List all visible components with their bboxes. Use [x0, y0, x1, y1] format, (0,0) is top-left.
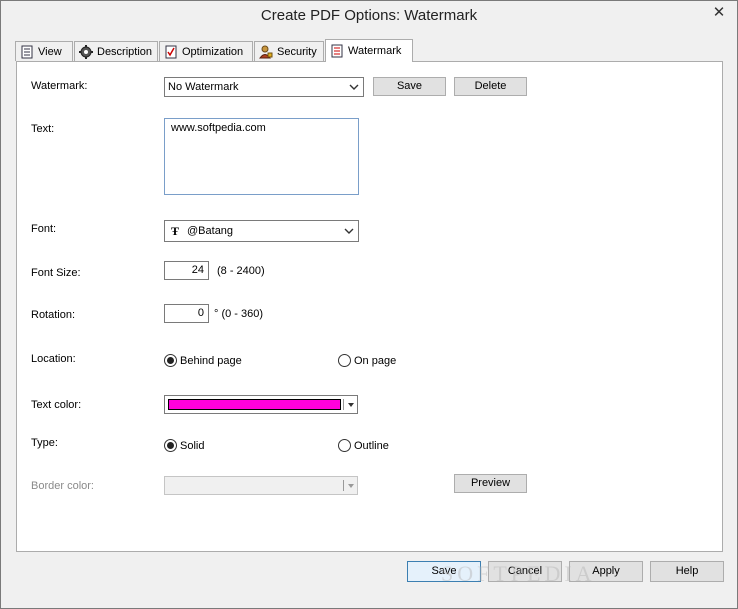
gear-icon: [79, 44, 93, 59]
tab-description[interactable]: Description: [74, 41, 158, 61]
location-on-label: On page: [354, 354, 397, 367]
close-icon[interactable]: ✕: [709, 3, 729, 23]
save-button[interactable]: Save: [407, 561, 481, 582]
type-outline-radio[interactable]: Outline: [338, 439, 389, 452]
rotation-label: Rotation:: [31, 309, 76, 321]
picker-separator: [343, 399, 344, 410]
location-behind-label: Behind page: [180, 354, 242, 367]
checklist-icon: [164, 45, 178, 59]
tab-description-label: Description: [97, 45, 153, 58]
text-color-picker[interactable]: [164, 395, 358, 414]
radio-checked-icon: [164, 439, 177, 452]
type-label: Type:: [31, 437, 58, 449]
font-size-label: Font Size:: [31, 267, 81, 279]
radio-checked-icon: [164, 354, 177, 367]
tab-optimization[interactable]: Optimization: [159, 41, 253, 61]
location-behind-radio[interactable]: Behind page: [164, 354, 242, 367]
dropdown-arrow-icon: [348, 403, 354, 407]
rotation-range: ° (0 - 360): [214, 308, 264, 320]
border-color-label: Border color:: [31, 480, 94, 492]
user-lock-icon: [259, 45, 273, 59]
chevron-down-icon: [349, 84, 359, 90]
location-label: Location:: [31, 353, 76, 365]
font-size-input[interactable]: 24: [164, 261, 209, 280]
tab-security[interactable]: Security: [254, 41, 324, 61]
title-bar: Create PDF Options: Watermark ✕: [1, 1, 737, 33]
tab-security-label: Security: [277, 45, 317, 58]
delete-watermark-button[interactable]: Delete: [454, 77, 527, 96]
border-color-picker[interactable]: [164, 476, 358, 495]
help-button[interactable]: Help: [650, 561, 724, 582]
dialog-footer: Save Cancel Apply Help: [1, 553, 737, 608]
font-size-range: (8 - 2400): [217, 265, 265, 277]
cancel-button[interactable]: Cancel: [488, 561, 562, 582]
document-icon: [20, 45, 34, 59]
window-title: Create PDF Options: Watermark: [260, 7, 478, 24]
watermark-doc-icon: [330, 44, 344, 58]
type-solid-label: Solid: [180, 439, 205, 452]
text-color-label: Text color:: [31, 399, 82, 411]
font-select[interactable]: Ŧ @Batang: [164, 220, 359, 242]
watermark-panel: Watermark: No Watermark Save Delete Text…: [16, 61, 723, 552]
font-type-icon: Ŧ: [171, 223, 180, 238]
tab-watermark[interactable]: Watermark: [325, 39, 413, 62]
radio-unchecked-icon: [338, 354, 351, 367]
tab-view[interactable]: View: [15, 41, 73, 61]
watermark-label: Watermark:: [31, 80, 88, 92]
preview-button[interactable]: Preview: [454, 474, 527, 493]
tab-watermark-label: Watermark: [348, 45, 402, 57]
tab-optimization-label: Optimization: [182, 45, 244, 58]
text-label: Text:: [31, 123, 55, 135]
dropdown-arrow-icon: [348, 484, 354, 488]
type-outline-label: Outline: [354, 439, 389, 452]
location-on-radio[interactable]: On page: [338, 354, 396, 367]
watermark-text-input[interactable]: www.softpedia.com: [164, 118, 359, 195]
rotation-input[interactable]: 0: [164, 304, 209, 323]
type-solid-radio[interactable]: Solid: [164, 439, 204, 452]
watermark-select[interactable]: No Watermark: [164, 77, 364, 97]
save-watermark-button[interactable]: Save: [373, 77, 446, 96]
tab-view-label: View: [38, 45, 62, 58]
watermark-select-value: No Watermark: [168, 81, 239, 93]
font-select-value: @Batang: [187, 225, 234, 237]
chevron-down-icon: [344, 228, 354, 234]
font-label: Font:: [31, 223, 57, 235]
text-color-swatch: [168, 399, 341, 410]
dialog-window: Create PDF Options: Watermark ✕ View Des…: [0, 0, 738, 609]
picker-separator: [343, 480, 344, 491]
apply-button[interactable]: Apply: [569, 561, 643, 582]
radio-unchecked-icon: [338, 439, 351, 452]
